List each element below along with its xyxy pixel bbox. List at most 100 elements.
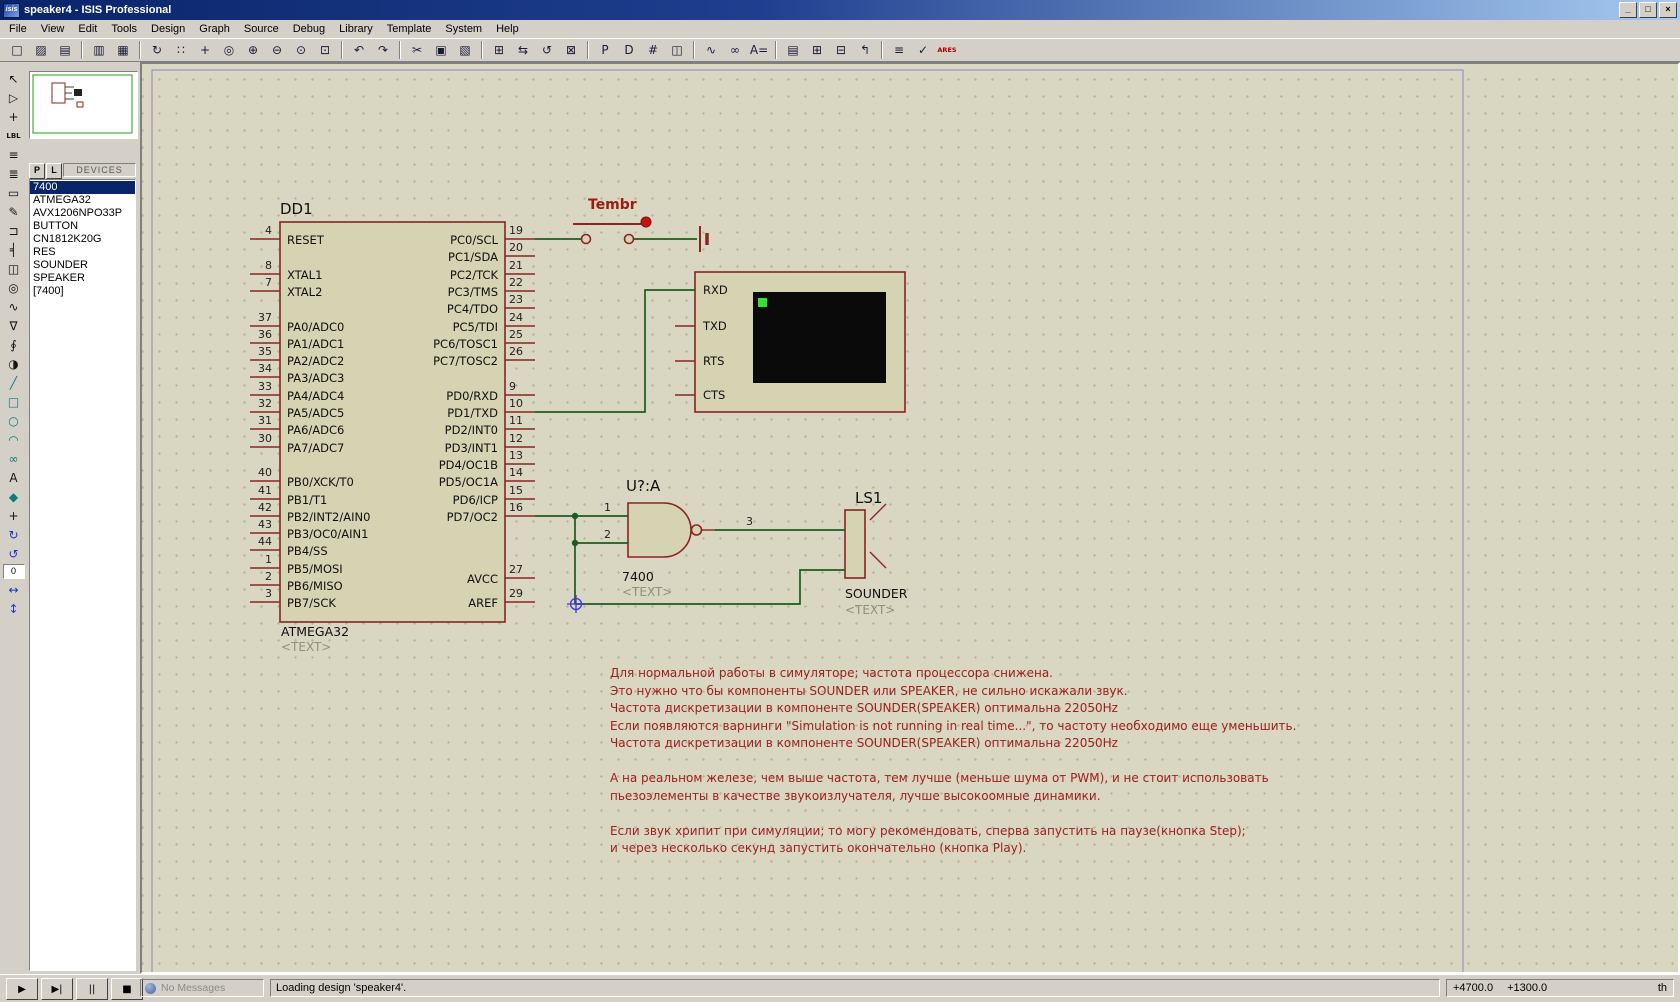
sounder-reference[interactable]: LS1 (855, 489, 882, 507)
redo-button[interactable]: ↷ (372, 39, 394, 61)
2d-symbol-mode-icon[interactable]: ◆ (3, 488, 24, 505)
center-at-cursor-button[interactable]: ◎ (218, 39, 240, 61)
virtual-instruments-mode-icon[interactable]: ◑ (3, 355, 24, 372)
block-copy-button[interactable]: ⊞ (488, 39, 510, 61)
graph-mode-icon[interactable]: ◫ (3, 260, 24, 277)
y-mirror-icon[interactable]: ↕ (3, 600, 24, 617)
property-assignment-button[interactable]: A= (748, 39, 770, 61)
text-script-mode-icon[interactable]: ≡ (3, 146, 24, 163)
false-origin-button[interactable]: + (194, 39, 216, 61)
device-item-7400[interactable]: 7400 (30, 181, 135, 194)
button-terminal-left[interactable] (582, 235, 591, 244)
selection-mode-icon[interactable]: ↖ (3, 70, 24, 87)
2d-box-mode-icon[interactable]: □ (3, 393, 24, 410)
device-item-button[interactable]: BUTTON (30, 220, 135, 233)
file-save-button[interactable]: ▤ (54, 39, 76, 61)
device-item-speaker[interactable]: SPEAKER (30, 272, 135, 285)
device-item-res[interactable]: RES (30, 246, 135, 259)
voltage-probe-mode-icon[interactable]: ∇ (3, 317, 24, 334)
generator-mode-icon[interactable]: ∿ (3, 298, 24, 315)
zoom-area-button[interactable]: ⊡ (314, 39, 336, 61)
button-terminal-right[interactable] (625, 235, 634, 244)
packaging-tool-button[interactable]: # (642, 39, 664, 61)
mcu-value[interactable]: ATMEGA32 (281, 624, 349, 639)
buses-mode-icon[interactable]: ≣ (3, 165, 24, 182)
wire-autorouter-button[interactable]: ∿ (700, 39, 722, 61)
menu-template[interactable]: Template (380, 21, 439, 37)
maximize-button[interactable]: □ (1639, 2, 1657, 18)
block-move-button[interactable]: ⇆ (512, 39, 534, 61)
electrical-rules-check-button[interactable]: ✓ (912, 39, 934, 61)
netlist-to-ares-button[interactable]: ARES (936, 39, 958, 61)
gate-value[interactable]: 7400 (622, 569, 654, 584)
x-mirror-icon[interactable]: ↔ (3, 581, 24, 598)
pick-devices-button[interactable]: P (29, 163, 45, 179)
2d-path-mode-icon[interactable]: ∞ (3, 450, 24, 467)
search-and-tag-button[interactable]: ∞ (724, 39, 746, 61)
menu-help[interactable]: Help (489, 21, 526, 37)
zoom-out-button[interactable]: ⊖ (266, 39, 288, 61)
mark-output-area-button[interactable]: ▦ (112, 39, 134, 61)
device-item-7400-lib[interactable]: [7400] (30, 285, 135, 298)
step-button[interactable]: ▶| (41, 978, 73, 1000)
menu-graph[interactable]: Graph (192, 21, 237, 37)
zoom-in-button[interactable]: ⊕ (242, 39, 264, 61)
instant-edit-mode-icon[interactable]: ✎ (3, 203, 24, 220)
pause-button[interactable]: || (76, 978, 108, 1000)
menu-system[interactable]: System (438, 21, 489, 37)
file-open-button[interactable]: ▨ (30, 39, 52, 61)
2d-line-mode-icon[interactable]: ╱ (3, 374, 24, 391)
rotate-clockwise-icon[interactable]: ↻ (3, 526, 24, 543)
menu-source[interactable]: Source (237, 21, 286, 37)
rotation-angle-display[interactable]: 0 (3, 564, 25, 579)
overview-pane[interactable] (29, 71, 138, 139)
minimize-button[interactable]: _ (1619, 2, 1637, 18)
exit-to-parent-button[interactable]: ↰ (854, 39, 876, 61)
sounder-value[interactable]: SOUNDER (845, 586, 907, 601)
menu-view[interactable]: View (34, 21, 72, 37)
print-button[interactable]: ▥ (88, 39, 110, 61)
junction-dot-mode-icon[interactable]: + (3, 108, 24, 125)
mcu-reference[interactable]: DD1 (280, 200, 313, 218)
redraw-button[interactable]: ↻ (146, 39, 168, 61)
2d-arc-mode-icon[interactable]: ◠ (3, 431, 24, 448)
button-actuator-knob[interactable] (641, 217, 651, 227)
2d-text-mode-icon[interactable]: A (3, 469, 24, 486)
nand-gate-body[interactable] (628, 503, 691, 557)
terminals-mode-icon[interactable]: ⊐ (3, 222, 24, 239)
menu-file[interactable]: File (2, 21, 34, 37)
pick-parts-button[interactable]: P (594, 39, 616, 61)
device-item-avx1206npo33p[interactable]: AVX1206NPO33P (30, 207, 135, 220)
menu-tools[interactable]: Tools (104, 21, 144, 37)
2d-circle-mode-icon[interactable]: ○ (3, 412, 24, 429)
tape-recorder-mode-icon[interactable]: ◎ (3, 279, 24, 296)
design-explorer-button[interactable]: ▤ (782, 39, 804, 61)
cut-button[interactable]: ✂ (406, 39, 428, 61)
library-manager-button[interactable]: L (46, 163, 62, 179)
current-probe-mode-icon[interactable]: ∮ (3, 336, 24, 353)
make-device-button[interactable]: D (618, 39, 640, 61)
stop-button[interactable]: ■ (111, 978, 143, 1000)
block-rotate-button[interactable]: ↺ (536, 39, 558, 61)
block-delete-button[interactable]: ⊠ (560, 39, 582, 61)
sounder-body[interactable] (845, 510, 865, 578)
menu-debug[interactable]: Debug (286, 21, 332, 37)
subcircuit-mode-icon[interactable]: ▭ (3, 184, 24, 201)
device-item-sounder[interactable]: SOUNDER (30, 259, 135, 272)
gate-reference[interactable]: U?:A (626, 477, 660, 495)
button-label[interactable]: Tembr (588, 197, 637, 213)
2d-marker-mode-icon[interactable]: + (3, 507, 24, 524)
grid-toggle-button[interactable]: ∷ (170, 39, 192, 61)
decompose-button[interactable]: ◫ (666, 39, 688, 61)
bill-of-materials-button[interactable]: ≡ (888, 39, 910, 61)
wire-label-mode-icon[interactable]: LBL (3, 127, 24, 144)
menu-library[interactable]: Library (332, 21, 380, 37)
copy-button[interactable]: ▣ (430, 39, 452, 61)
undo-button[interactable]: ↶ (348, 39, 370, 61)
component-mode-icon[interactable]: ▷ (3, 89, 24, 106)
file-new-button[interactable]: □ (6, 39, 28, 61)
close-button[interactable]: × (1659, 2, 1677, 18)
device-item-cn1812k20g[interactable]: CN1812K20G (30, 233, 135, 246)
play-button[interactable]: ▶ (6, 978, 38, 1000)
device-item-atmega32[interactable]: ATMEGA32 (30, 194, 135, 207)
